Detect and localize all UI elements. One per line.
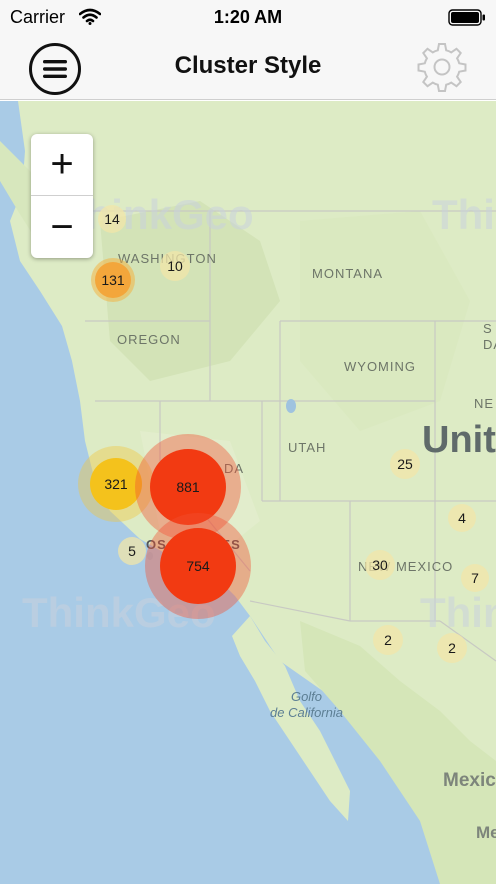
settings-button[interactable] <box>415 40 469 94</box>
map-label-me-fragment: Me <box>476 823 496 842</box>
cluster-marker[interactable]: 5 <box>118 537 146 565</box>
cluster-marker[interactable]: 7 <box>461 564 489 592</box>
map-view[interactable]: ThinkGeo ThinkGeo ThinkGeo ThinkGeo WASH… <box>0 101 496 884</box>
zoom-control: + − <box>31 134 93 258</box>
map-label-united: Unit <box>422 419 496 461</box>
cluster-core: 754 <box>160 528 236 604</box>
zoom-out-button[interactable]: − <box>31 196 93 258</box>
cluster-count: 5 <box>128 543 136 559</box>
status-bar: Carrier 1:20 AM <box>0 0 496 34</box>
cluster-count: 10 <box>167 258 183 274</box>
status-time: 1:20 AM <box>213 7 283 27</box>
cluster-marker[interactable]: 30 <box>365 550 395 580</box>
watermark: ThinkGeo <box>420 589 496 636</box>
cluster-count: 14 <box>104 211 120 227</box>
cluster-count: 321 <box>104 476 128 492</box>
watermark: ThinkGeo <box>432 191 496 238</box>
map-label-montana: MONTANA <box>312 266 384 281</box>
map-label-ne-fragment: NE <box>474 396 495 411</box>
cluster-count: 30 <box>372 557 388 573</box>
map-label-wyoming: WYOMING <box>344 359 416 374</box>
gear-icon <box>415 43 469 98</box>
navigation-bar: Cluster Style <box>0 34 496 100</box>
cluster-count: 2 <box>384 632 392 648</box>
map-label-oregon: OREGON <box>117 332 181 347</box>
map-label-utah: UTAH <box>288 440 327 455</box>
cluster-count: 2 <box>448 640 456 656</box>
cluster-marker[interactable]: 10 <box>160 251 190 281</box>
cluster-count: 754 <box>186 558 210 574</box>
cluster-core: 131 <box>95 262 131 298</box>
cluster-marker[interactable]: 14 <box>98 205 126 233</box>
menu-icon <box>28 43 82 100</box>
cluster-marker[interactable]: 25 <box>390 449 420 479</box>
cluster-count: 4 <box>458 510 466 526</box>
cluster-marker[interactable]: 4 <box>448 504 476 532</box>
cluster-marker[interactable]: 2 <box>373 625 403 655</box>
cluster-marker[interactable]: 131 <box>91 258 135 302</box>
cluster-marker[interactable]: 2 <box>437 633 467 663</box>
cluster-count: 881 <box>176 479 200 495</box>
cluster-count: 7 <box>471 570 479 586</box>
zoom-in-button[interactable]: + <box>31 134 93 196</box>
cluster-marker[interactable]: 754 <box>145 513 251 619</box>
battery-icon <box>448 9 486 31</box>
cluster-count: 25 <box>397 456 413 472</box>
map-label-gulf: Golfo de California <box>270 689 343 720</box>
map-label-mexico: Mexic <box>443 770 496 791</box>
map-label-sd-fragment: S DA <box>483 321 496 352</box>
cluster-count: 131 <box>101 272 125 288</box>
